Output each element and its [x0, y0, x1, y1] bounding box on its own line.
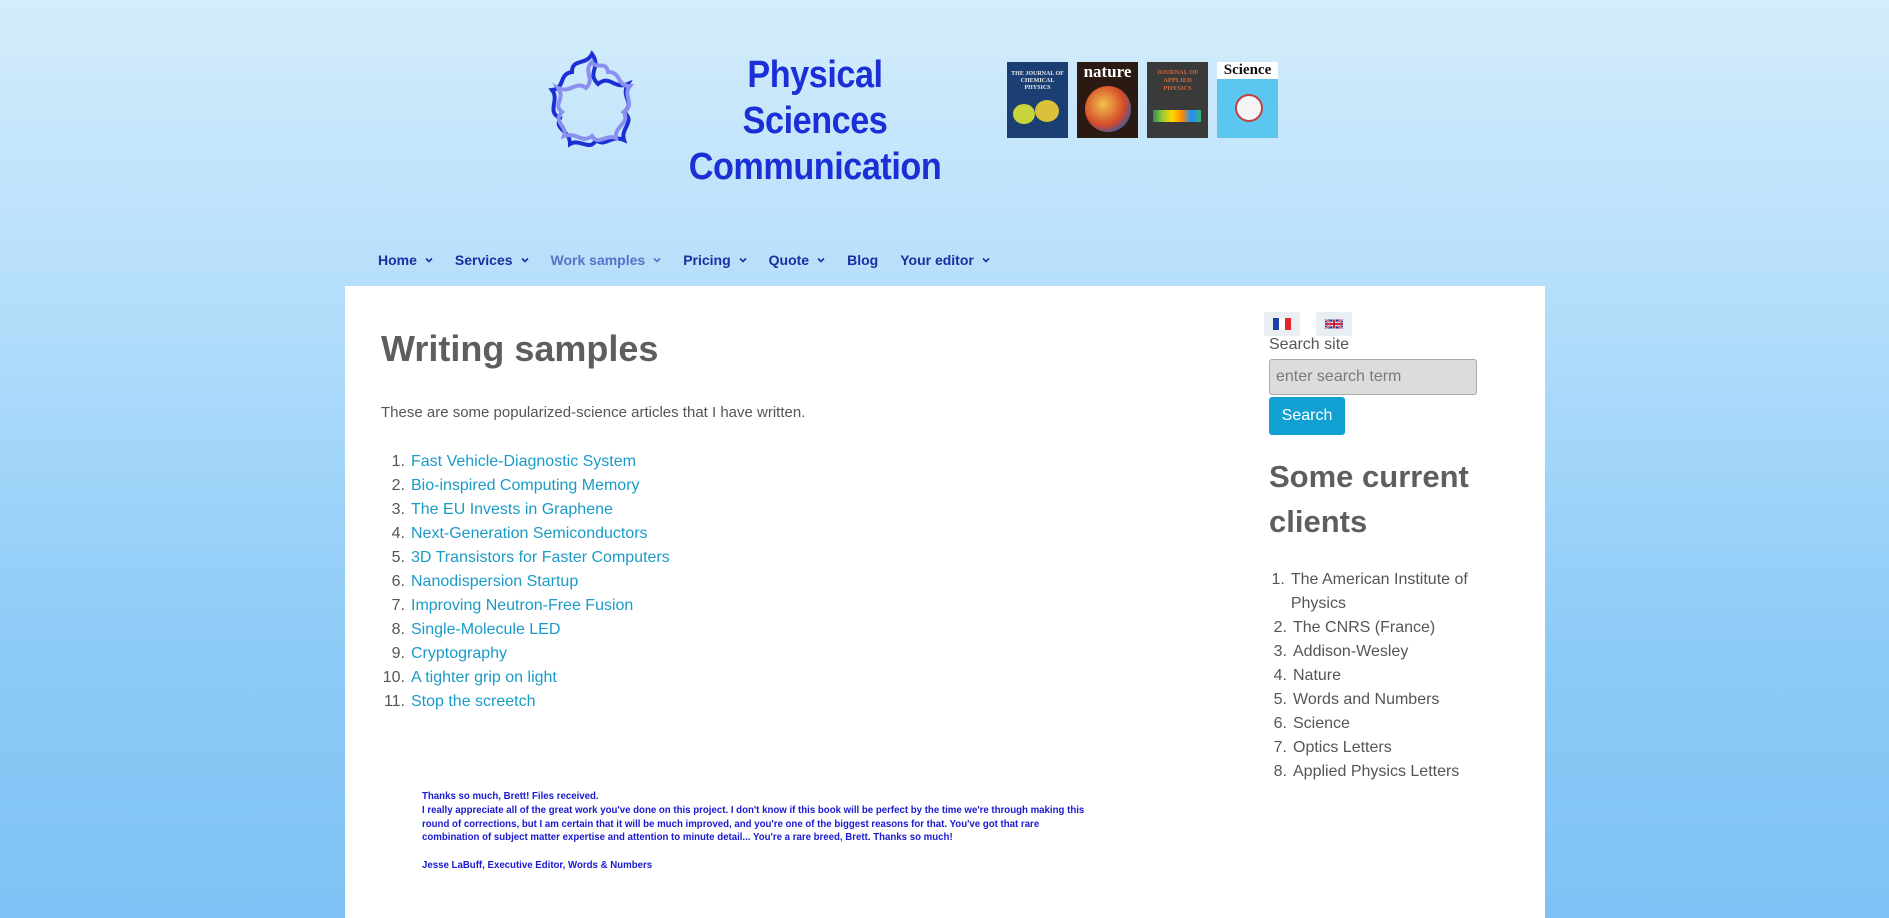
client-name: Addison-Wesley [1293, 643, 1409, 660]
list-item: 7. Improving Neutron-Free Fusion [381, 594, 670, 618]
cover-chemical-physics: THE JOURNAL OF CHEMICAL PHYSICS [1007, 62, 1068, 138]
nav-home-label: Home [378, 252, 417, 268]
list-item: 6. Science [1269, 712, 1499, 736]
list-item: 5. 3D Transistors for Faster Computers [381, 546, 670, 570]
list-item: 8. Single-Molecule LED [381, 618, 670, 642]
nav-blog[interactable]: Blog [847, 252, 878, 268]
articles-list: 1. Fast Vehicle-Diagnostic System 2. Bio-i… [381, 450, 670, 714]
list-item: 8. Applied Physics Letters [1269, 760, 1499, 784]
uk-flag-icon[interactable] [1316, 312, 1352, 336]
chevron-down-icon [739, 257, 747, 263]
list-item: 6. Nanodispersion Startup [381, 570, 670, 594]
search-input[interactable] [1269, 359, 1477, 395]
nav-services-label: Services [454, 252, 513, 268]
page-title: Writing samples [381, 328, 659, 369]
nav-your-editor-label: Your editor [900, 252, 974, 268]
fr-flag-icon[interactable] [1264, 312, 1300, 336]
chevron-down-icon [520, 257, 529, 263]
site-title-line2: Communication [688, 146, 942, 188]
testimonial-greeting: Thanks so much, Brett! Files received. [422, 790, 599, 802]
list-item: 4. Next-Generation Semiconductors [381, 522, 670, 546]
list-item: 2. Bio-inspired Computing Memory [381, 474, 670, 498]
client-name: The CNRS (France) [1293, 619, 1436, 636]
nav-quote[interactable]: Quote [769, 252, 825, 268]
article-link[interactable]: Bio-inspired Computing Memory [411, 474, 640, 498]
list-item: 9. Cryptography [381, 642, 670, 666]
list-item: 1. Fast Vehicle-Diagnostic System [381, 450, 670, 474]
list-item: 5. Words and Numbers [1269, 688, 1499, 712]
testimonial-signature: Jesse LaBuff, Executive Editor, Words & … [422, 859, 653, 872]
article-link[interactable]: A tighter grip on light [411, 666, 557, 690]
client-name: Nature [1293, 667, 1342, 684]
nav-work-samples[interactable]: Work samples [551, 252, 662, 268]
main-nav: Home Services Work samples Pricing Quote… [378, 252, 1012, 268]
article-link[interactable]: Fast Vehicle-Diagnostic System [411, 450, 636, 474]
chevron-down-icon [982, 257, 990, 263]
list-item: 3. The EU Invests in Graphene [381, 498, 670, 522]
testimonial-body: I really appreciate all of the great wor… [422, 803, 1085, 844]
article-link[interactable]: The EU Invests in Graphene [411, 498, 613, 522]
nav-your-editor[interactable]: Your editor [900, 252, 990, 268]
nav-work-samples-label: Work samples [550, 252, 646, 268]
article-link[interactable]: Next-Generation Semiconductors [411, 522, 648, 546]
nav-services[interactable]: Services [455, 252, 529, 268]
site-logo-icon[interactable] [540, 48, 644, 152]
article-link[interactable]: 3D Transistors for Faster Computers [411, 546, 670, 570]
language-switcher [1264, 312, 1352, 336]
list-item: 2. The CNRS (France) [1269, 616, 1499, 640]
client-name: Applied Physics Letters [1293, 763, 1460, 780]
clients-title: Some current clients [1269, 459, 1469, 539]
article-link[interactable]: Single-Molecule LED [411, 618, 560, 642]
chevron-down-icon [653, 257, 661, 263]
list-item: 10. A tighter grip on light [381, 666, 670, 690]
clients-list: 1. The American Institute of Physics 2. Th… [1269, 568, 1499, 784]
article-link[interactable]: Nanodispersion Startup [411, 570, 578, 594]
client-name: Optics Letters [1293, 739, 1392, 756]
nav-home[interactable]: Home [378, 252, 433, 268]
intro-text: These are some popularized-science artic… [381, 404, 806, 421]
search-label: Search site [1269, 336, 1350, 353]
client-name: Words and Numbers [1293, 691, 1440, 708]
cover-nature: nature [1077, 62, 1138, 138]
site-title-line1: Physical Sciences [742, 54, 888, 142]
chevron-down-icon [817, 257, 825, 263]
article-link[interactable]: Cryptography [411, 642, 507, 666]
article-link[interactable]: Stop the screetch [411, 690, 536, 714]
nav-pricing-label: Pricing [683, 252, 731, 268]
content-card: Writing samples These are some populariz… [345, 286, 1545, 918]
cover-applied-physics: JOURNAL OF APPLIED PHYSICS [1147, 62, 1208, 138]
site-title[interactable]: Physical Sciences Communication [676, 52, 955, 190]
client-name: Science [1293, 715, 1350, 732]
nav-blog-label: Blog [847, 252, 879, 268]
article-link[interactable]: Improving Neutron-Free Fusion [411, 594, 633, 618]
nav-quote-label: Quote [768, 252, 810, 268]
chevron-down-icon [425, 257, 433, 263]
client-name: The American Institute of Physics [1290, 571, 1468, 612]
list-item: 11. Stop the screetch [381, 690, 670, 714]
cover-science: Science [1217, 62, 1278, 138]
list-item: 3. Addison-Wesley [1269, 640, 1499, 664]
nav-pricing[interactable]: Pricing [683, 252, 747, 268]
testimonial: Thanks so much, Brett! Files received. I… [422, 790, 1084, 873]
list-item: 1. The American Institute of Physics [1269, 568, 1499, 616]
search-button[interactable]: Search [1269, 397, 1345, 435]
list-item: 4. Nature [1269, 664, 1499, 688]
list-item: 7. Optics Letters [1269, 736, 1499, 760]
journal-covers: THE JOURNAL OF CHEMICAL PHYSICS nature J… [1007, 62, 1278, 138]
